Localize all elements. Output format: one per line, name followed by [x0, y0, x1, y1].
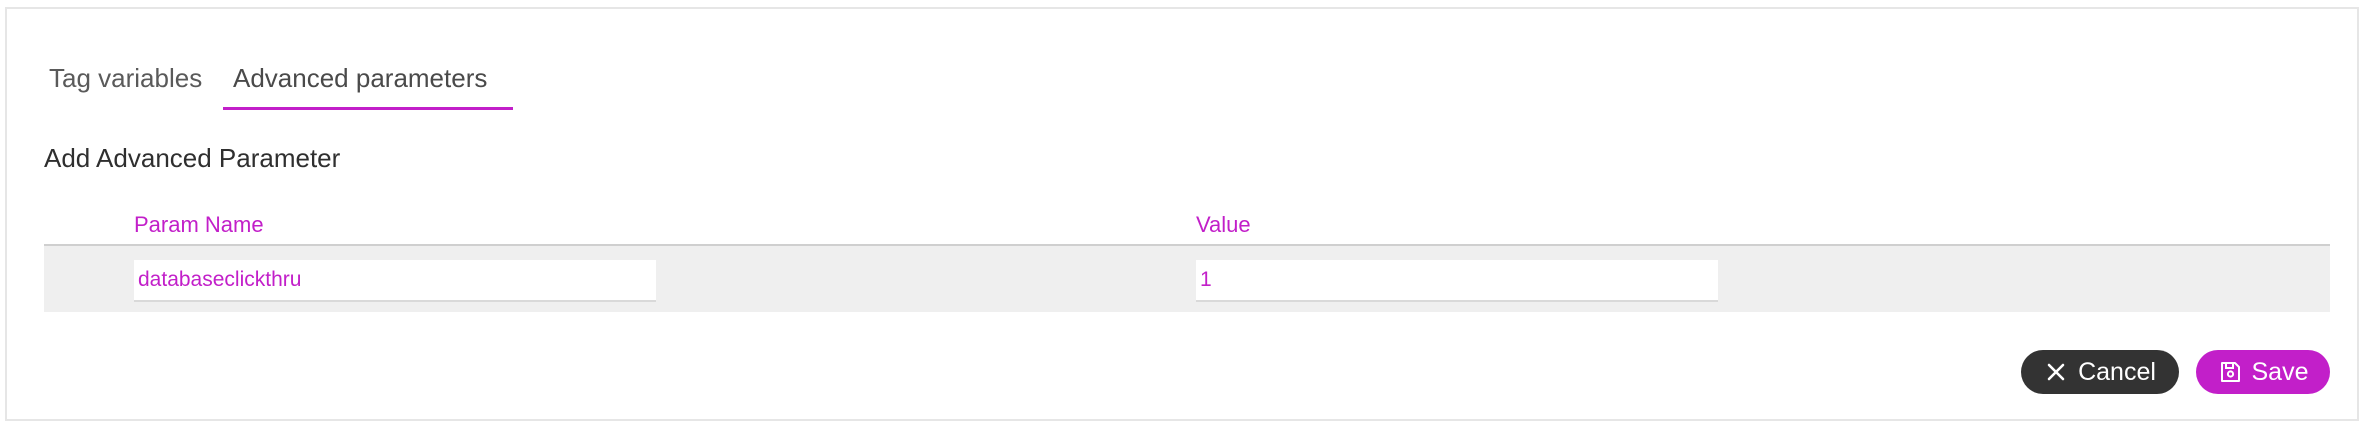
- tab-tag-variables[interactable]: Tag variables: [49, 49, 209, 107]
- params-table: Param Name Value databaseclickthru 1: [44, 204, 2330, 312]
- cancel-button[interactable]: Cancel: [2021, 350, 2179, 394]
- section-title: Add Advanced Parameter: [44, 143, 341, 173]
- column-header-param-name: Param Name: [134, 212, 264, 237]
- save-icon: [2218, 360, 2242, 384]
- table-header: Param Name Value: [44, 204, 2330, 246]
- table-row: databaseclickthru 1: [44, 246, 2330, 312]
- tab-advanced-parameters[interactable]: Advanced parameters: [223, 49, 513, 110]
- column-header-value: Value: [1196, 212, 1251, 237]
- advanced-parameters-panel: Tag variables Advanced parameters Add Ad…: [5, 7, 2359, 421]
- cancel-label: Cancel: [2078, 357, 2156, 386]
- close-icon: [2044, 360, 2068, 384]
- save-button[interactable]: Save: [2196, 350, 2330, 394]
- param-name-input[interactable]: databaseclickthru: [134, 260, 656, 302]
- value-input[interactable]: 1: [1196, 260, 1718, 302]
- save-label: Save: [2251, 357, 2309, 386]
